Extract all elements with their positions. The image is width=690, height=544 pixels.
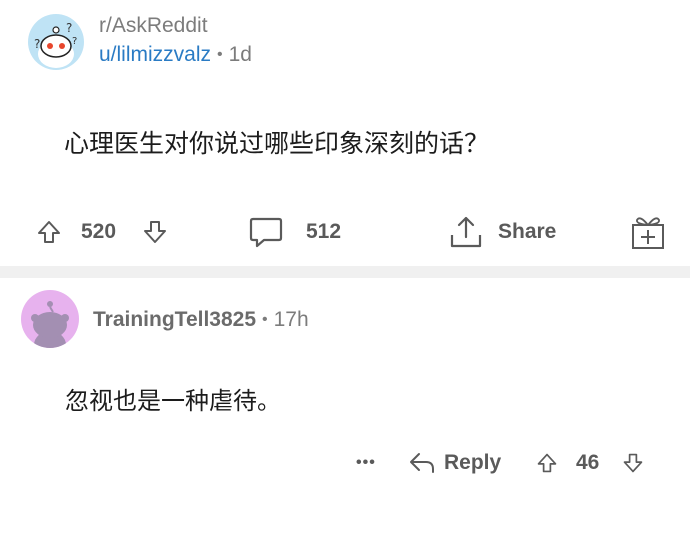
- comment-count[interactable]: 512: [306, 210, 341, 254]
- share-icon: [450, 216, 482, 248]
- post-score: 520: [81, 220, 117, 243]
- share-label: Share: [498, 220, 557, 243]
- post-title[interactable]: 心理医生对你说过哪些印象深刻的话？: [64, 124, 489, 160]
- share-button[interactable]: Share: [448, 210, 556, 254]
- snoo-confused-icon: ? ? ?: [34, 21, 77, 68]
- comment-meta: TrainingTell3825 • 17h: [93, 308, 309, 332]
- downvote-button[interactable]: [142, 210, 168, 254]
- comment-card: TrainingTell3825 • 17h 忽视也是一种虐待。 ••• Reply…: [0, 278, 690, 544]
- post-action-bar: 520 512 Share: [0, 210, 690, 254]
- svg-text:?: ?: [66, 21, 72, 35]
- commenter-avatar[interactable]: [21, 290, 79, 348]
- comment-upvote-button[interactable]: [536, 443, 558, 483]
- comment-body: 忽视也是一种虐待。: [65, 387, 281, 415]
- upvote-arrow-icon: [38, 221, 60, 243]
- gift-icon: [632, 217, 664, 249]
- comment-author[interactable]: TrainingTell3825: [93, 308, 256, 331]
- comment-downvote-button[interactable]: [622, 443, 644, 483]
- comment-bubble-icon: [249, 217, 283, 248]
- award-button[interactable]: [630, 210, 666, 254]
- post-age: 1d: [228, 43, 252, 66]
- post-card: ? ? ? r/AskReddit u/lilmizzvalz • 1d 心理医生对…: [0, 0, 690, 266]
- comment-score: 46: [576, 451, 600, 474]
- post-meta: u/lilmizzvalz • 1d: [99, 43, 252, 67]
- snoo-avatar-icon: [31, 301, 69, 348]
- comment-action-bar: ••• Reply 46: [0, 443, 690, 483]
- svg-text:?: ?: [72, 36, 77, 47]
- comments-button[interactable]: [248, 210, 284, 254]
- more-options-button[interactable]: •••: [356, 443, 376, 483]
- subreddit-avatar[interactable]: ? ? ?: [28, 14, 84, 70]
- upvote-arrow-icon: [537, 453, 557, 473]
- svg-text:?: ?: [34, 37, 40, 51]
- downvote-arrow-icon: [144, 221, 166, 243]
- comment-age: 17h: [273, 308, 309, 331]
- subreddit-name[interactable]: r/AskReddit: [99, 14, 208, 38]
- reply-label: Reply: [444, 451, 502, 474]
- upvote-button[interactable]: [36, 210, 62, 254]
- reply-button[interactable]: Reply: [408, 443, 501, 483]
- meta-separator: •: [217, 46, 223, 63]
- comment-meta-separator: •: [262, 311, 268, 328]
- reply-arrow-icon: [410, 453, 434, 473]
- section-divider: [0, 266, 690, 278]
- downvote-arrow-icon: [623, 453, 643, 473]
- post-author[interactable]: u/lilmizzvalz: [99, 43, 211, 66]
